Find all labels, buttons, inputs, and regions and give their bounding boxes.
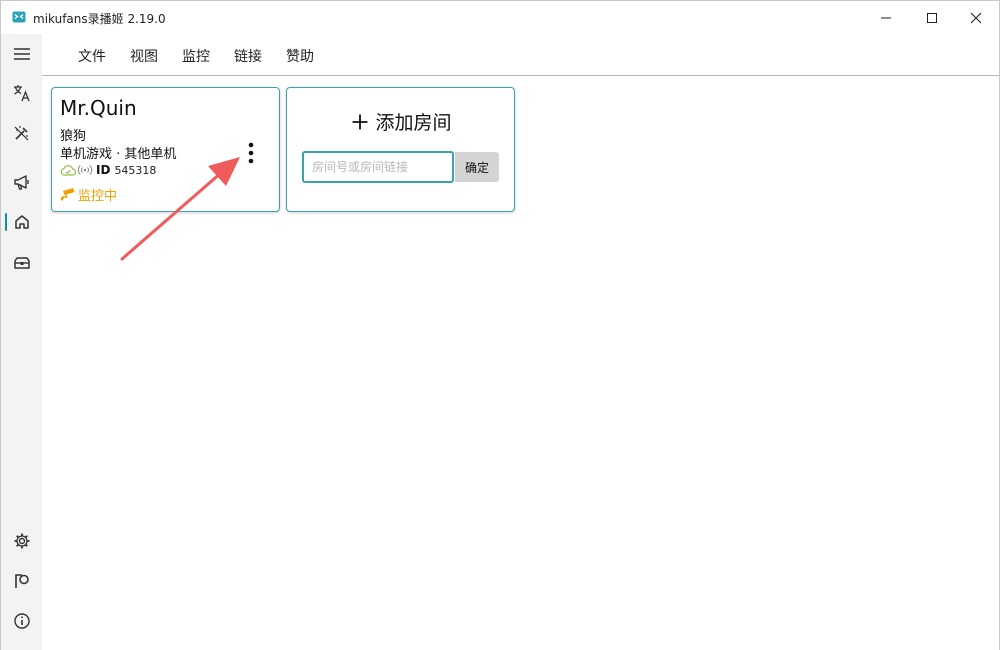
toolbox-icon: [13, 257, 30, 269]
sponsor-button[interactable]: [1, 564, 42, 598]
add-room-title: 添加房间: [287, 108, 516, 135]
minimize-icon: [881, 17, 891, 18]
toolbox-button[interactable]: [1, 116, 42, 150]
app-window: mikufans录播姬 2.19.0 文件 视图 监控 链接 赞助 Mr.Qui…: [0, 0, 1000, 650]
room-name: Mr.Quin: [60, 96, 137, 120]
translate-icon: [13, 85, 30, 102]
app-logo-icon: [12, 11, 26, 23]
maximize-icon: [927, 12, 937, 23]
room-area: 单机游戏 · 其他单机: [60, 147, 177, 162]
settings-button[interactable]: [1, 524, 42, 558]
menu-bar: 文件 视图 监控 链接 赞助: [42, 34, 999, 76]
menu-monitor[interactable]: 监控: [182, 46, 210, 66]
gear-icon: [14, 533, 29, 549]
add-room-title-text: 添加房间: [375, 112, 452, 134]
more-options-button[interactable]: [242, 140, 260, 166]
menu-file[interactable]: 文件: [78, 46, 106, 66]
patreon-icon: [14, 574, 29, 588]
hamburger-icon: [13, 48, 30, 60]
confirm-button[interactable]: 确定: [455, 152, 499, 182]
minimize-button[interactable]: [863, 1, 909, 34]
add-room-card: 添加房间 确定: [286, 87, 515, 212]
close-icon: [970, 12, 982, 23]
window-title: mikufans录播姬 2.19.0: [33, 12, 166, 26]
menu-links[interactable]: 链接: [234, 46, 262, 66]
cloud-check-icon: [60, 165, 76, 176]
info-icon: [13, 613, 30, 629]
menu-sponsor[interactable]: 赞助: [286, 46, 314, 66]
language-button[interactable]: [1, 76, 42, 110]
menu-toggle-button[interactable]: [1, 37, 42, 71]
close-button[interactable]: [953, 1, 999, 34]
nav-rail: [1, 34, 42, 650]
room-meta: ID 545318: [60, 163, 156, 177]
room-id-input[interactable]: [302, 151, 454, 183]
title-bar[interactable]: mikufans录播姬 2.19.0: [1, 1, 999, 34]
menu-view[interactable]: 视图: [130, 46, 158, 66]
room-card[interactable]: Mr.Quin 狼狗 单机游戏 · 其他单机 ID 545318 监控中: [51, 87, 280, 212]
home-icon: [14, 215, 29, 229]
active-indicator: [5, 213, 7, 231]
home-button[interactable]: [1, 205, 42, 239]
maximize-button[interactable]: [909, 1, 955, 34]
room-list: Mr.Quin 狼狗 单机游戏 · 其他单机 ID 545318 监控中 添加房…: [42, 77, 999, 650]
broadcast-icon: [77, 165, 93, 175]
room-status-text: 监控中: [78, 188, 118, 204]
megaphone-icon: [13, 175, 29, 190]
cctv-camera-icon: [61, 188, 75, 201]
plus-icon: [352, 114, 368, 130]
room-id-label: ID: [96, 163, 111, 177]
room-anchor-name: 狼狗: [60, 129, 87, 144]
about-button[interactable]: [1, 604, 42, 638]
tools-icon: [14, 126, 28, 141]
room-status: 监控中: [60, 186, 118, 204]
room-id: 545318: [114, 163, 157, 177]
toolbox-2-button[interactable]: [1, 245, 42, 279]
announcements-button[interactable]: [1, 165, 42, 199]
more-vertical-icon: [248, 142, 254, 164]
